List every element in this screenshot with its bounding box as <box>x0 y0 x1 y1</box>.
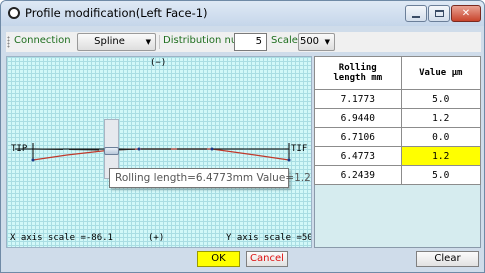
value-cell[interactable]: 1.2 <box>400 108 482 128</box>
value-cell[interactable]: 5.0 <box>400 165 482 185</box>
table-row[interactable]: 6.2439 5.0 <box>314 165 482 185</box>
value-cell-selected[interactable]: 1.2 <box>400 146 482 166</box>
connection-label: Connection <box>14 35 71 46</box>
rolling-length-cell[interactable]: 6.7106 <box>314 127 402 147</box>
rolling-length-cell[interactable]: 6.2439 <box>314 165 402 185</box>
rolling-length-cell[interactable]: 6.4773 <box>314 146 402 166</box>
value-slider-thumb[interactable] <box>104 147 119 155</box>
rolling-length-cell[interactable]: 7.1773 <box>314 89 402 109</box>
table-row[interactable]: 6.4773 1.2 <box>314 146 482 166</box>
value-header: Value μm <box>400 56 482 90</box>
scale-value: 500 <box>299 36 320 47</box>
profile-table: Rolling length mm Value μm 7.1773 5.0 6.… <box>314 56 482 248</box>
connection-select[interactable]: Spline ▼ <box>77 33 156 51</box>
close-button[interactable]: ✕ <box>451 5 481 22</box>
title-bar[interactable]: Profile modification(Left Face-1) ✕ <box>1 1 484 26</box>
scale-select[interactable]: 500 ▼ <box>298 33 335 51</box>
toolbar: Connection Spline ▼ Distribution number … <box>6 32 481 52</box>
scale-label: Scale <box>271 35 298 46</box>
profile-modification-window: Profile modification(Left Face-1) ✕ Conn… <box>0 0 485 273</box>
profile-point[interactable] <box>287 158 291 162</box>
table-header-row: Rolling length mm Value μm <box>314 56 482 90</box>
value-cell[interactable]: 0.0 <box>400 127 482 147</box>
rolling-length-header: Rolling length mm <box>314 56 402 90</box>
plot-bottom-label: (+) <box>148 233 165 243</box>
profile-plot[interactable]: (−) TIP TIF Rolling length=6.4773mm Valu… <box>6 56 312 248</box>
table-row[interactable]: 7.1773 5.0 <box>314 89 482 109</box>
y-axis-scale-label: Y axis scale =500 <box>226 233 312 243</box>
profile-point[interactable] <box>137 147 141 151</box>
minimize-button[interactable] <box>405 5 427 22</box>
plot-top-label: (−) <box>150 58 167 68</box>
x-axis-scale-label: X axis scale =-86.1 <box>10 233 113 243</box>
cancel-button[interactable]: Cancel <box>246 251 288 267</box>
profile-point[interactable] <box>31 158 35 162</box>
point-tooltip: Rolling length=6.4773mm Value=1.2μm <box>109 168 311 188</box>
value-cell[interactable]: 5.0 <box>400 89 482 109</box>
profile-table-grid: Rolling length mm Value μm 7.1773 5.0 6.… <box>314 56 482 185</box>
toolbar-grip[interactable] <box>7 36 10 48</box>
profile-point[interactable] <box>210 147 214 151</box>
clear-button[interactable]: Clear <box>416 251 479 267</box>
profile-line <box>32 148 289 151</box>
profile-curve <box>32 148 290 161</box>
plot-right-label: TIF <box>291 144 308 154</box>
table-row[interactable]: 6.7106 0.0 <box>314 127 482 147</box>
connection-value: Spline <box>94 36 125 47</box>
close-icon: ✕ <box>461 8 471 19</box>
maximize-button[interactable] <box>428 5 450 22</box>
table-row[interactable]: 6.9440 1.2 <box>314 108 482 128</box>
maximize-icon <box>434 10 444 17</box>
rolling-length-cell[interactable]: 6.9440 <box>314 108 402 128</box>
chevron-down-icon: ▼ <box>324 38 330 46</box>
minimize-icon <box>412 15 420 18</box>
window-title: Profile modification(Left Face-1) <box>25 6 208 20</box>
app-icon <box>8 7 20 19</box>
ok-button[interactable]: OK <box>197 251 240 267</box>
plot-left-label: TIP <box>11 144 28 154</box>
profile-plot-svg <box>15 143 291 162</box>
distribution-number-input[interactable]: 5 <box>234 33 267 51</box>
toolbar-separator <box>159 35 160 49</box>
chevron-down-icon: ▼ <box>145 38 151 46</box>
